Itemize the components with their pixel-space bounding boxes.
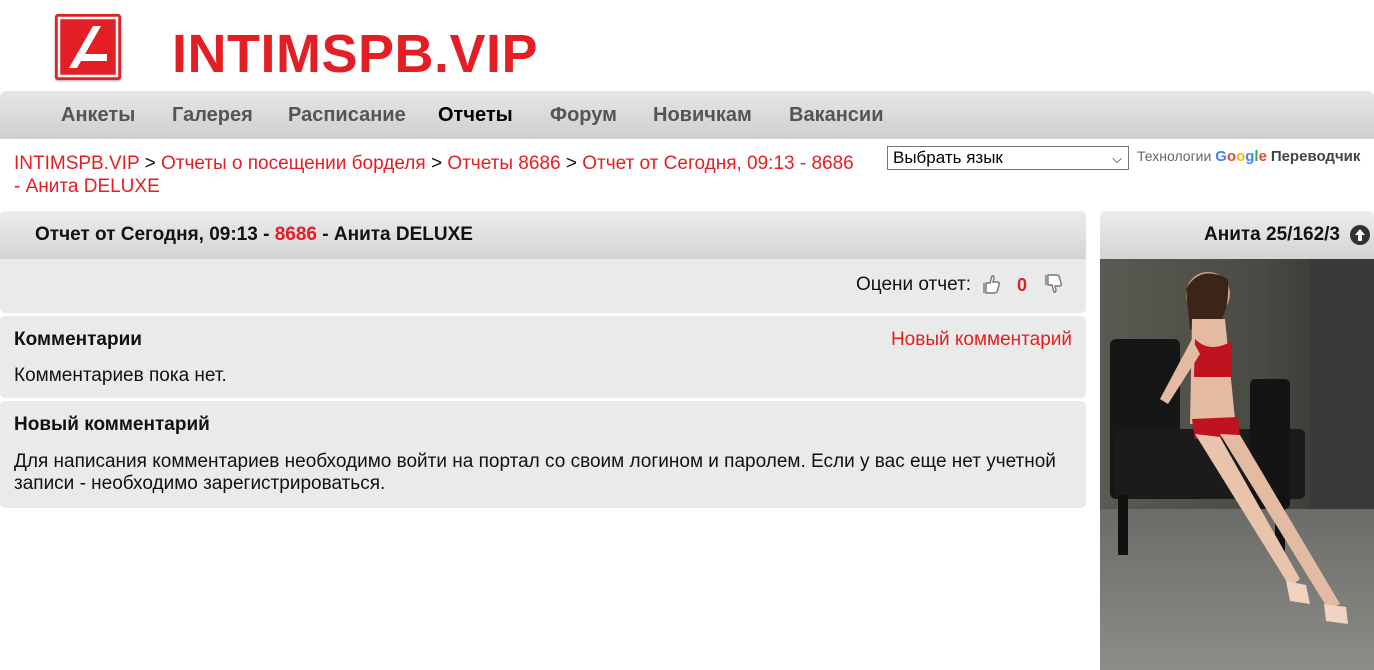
report-title: Отчет от Сегодня, 09:13 - 8686 - Анита D…	[35, 224, 473, 246]
new-comment-text: Для написания комментариев необходимо во…	[14, 451, 1056, 494]
nav-item-ankety[interactable]: Анкеты	[61, 91, 135, 139]
google-translate-credit[interactable]: Технологии Google Переводчик	[1137, 148, 1360, 165]
rating-label: Оцени отчет:	[856, 274, 972, 295]
site-logo[interactable]	[55, 14, 121, 80]
breadcrumb-separator: >	[144, 153, 156, 174]
breadcrumb-reports[interactable]: Отчеты о посещении борделя	[161, 153, 426, 174]
profile-title[interactable]: Анита 25/162/3	[1204, 224, 1340, 246]
arrow-up-circle-icon[interactable]	[1350, 225, 1370, 245]
breadcrumb-home[interactable]: INTIMSPB.VIP	[14, 153, 139, 174]
nav-item-vacancies[interactable]: Вакансии	[789, 91, 884, 139]
comments-empty-text: Комментариев пока нет.	[14, 365, 227, 386]
report-title-suffix: - Анита DELUXE	[322, 224, 473, 245]
thumbs-down-icon[interactable]	[1044, 273, 1064, 301]
profile-photo[interactable]	[1100, 259, 1374, 670]
new-comment-title: Новый комментарий	[14, 414, 210, 435]
language-select-value: Выбрать язык	[893, 148, 1003, 167]
breadcrumb-reports-8686[interactable]: Отчеты 8686	[447, 153, 560, 174]
comments-title: Комментарии	[14, 329, 142, 350]
nav-item-gallery[interactable]: Галерея	[172, 91, 253, 139]
comments-box: Комментарии Новый комментарий Комментари…	[0, 316, 1086, 398]
site-title[interactable]: INTIMSPB.VIP	[172, 24, 538, 84]
profile-header: Анита 25/162/3	[1100, 211, 1374, 259]
new-comment-link[interactable]: Новый комментарий	[891, 329, 1072, 351]
google-logo: Google	[1215, 148, 1267, 165]
breadcrumb-separator: >	[430, 153, 443, 174]
chevron-down-icon: ⌵	[1112, 151, 1122, 166]
new-comment-box: Новый комментарий Для написания коммента…	[0, 401, 1086, 508]
breadcrumb-separator: >	[565, 153, 577, 174]
thumbs-up-icon[interactable]	[982, 273, 1002, 301]
nav-item-schedule[interactable]: Расписание	[288, 91, 406, 139]
translate-product: Переводчик	[1270, 148, 1361, 165]
logo-a-icon	[57, 16, 119, 78]
rating-count: 0	[1017, 275, 1028, 295]
breadcrumb: INTIMSPB.VIP > Отчеты о посещении бордел…	[14, 152, 854, 198]
report-title-number[interactable]: 8686	[275, 224, 317, 245]
nav-item-forum[interactable]: Форум	[550, 91, 617, 139]
nav-item-newbies[interactable]: Новичкам	[653, 91, 752, 139]
powered-prefix: Технологии	[1137, 148, 1212, 164]
report-header: Отчет от Сегодня, 09:13 - 8686 - Анита D…	[0, 211, 1086, 259]
language-select[interactable]: Выбрать язык ⌵	[887, 146, 1129, 170]
nav-item-reports[interactable]: Отчеты	[438, 91, 513, 139]
main-nav: Анкеты Галерея Расписание Отчеты Форум Н…	[0, 91, 1374, 139]
report-title-prefix: Отчет от Сегодня, 09:13 -	[35, 224, 270, 245]
